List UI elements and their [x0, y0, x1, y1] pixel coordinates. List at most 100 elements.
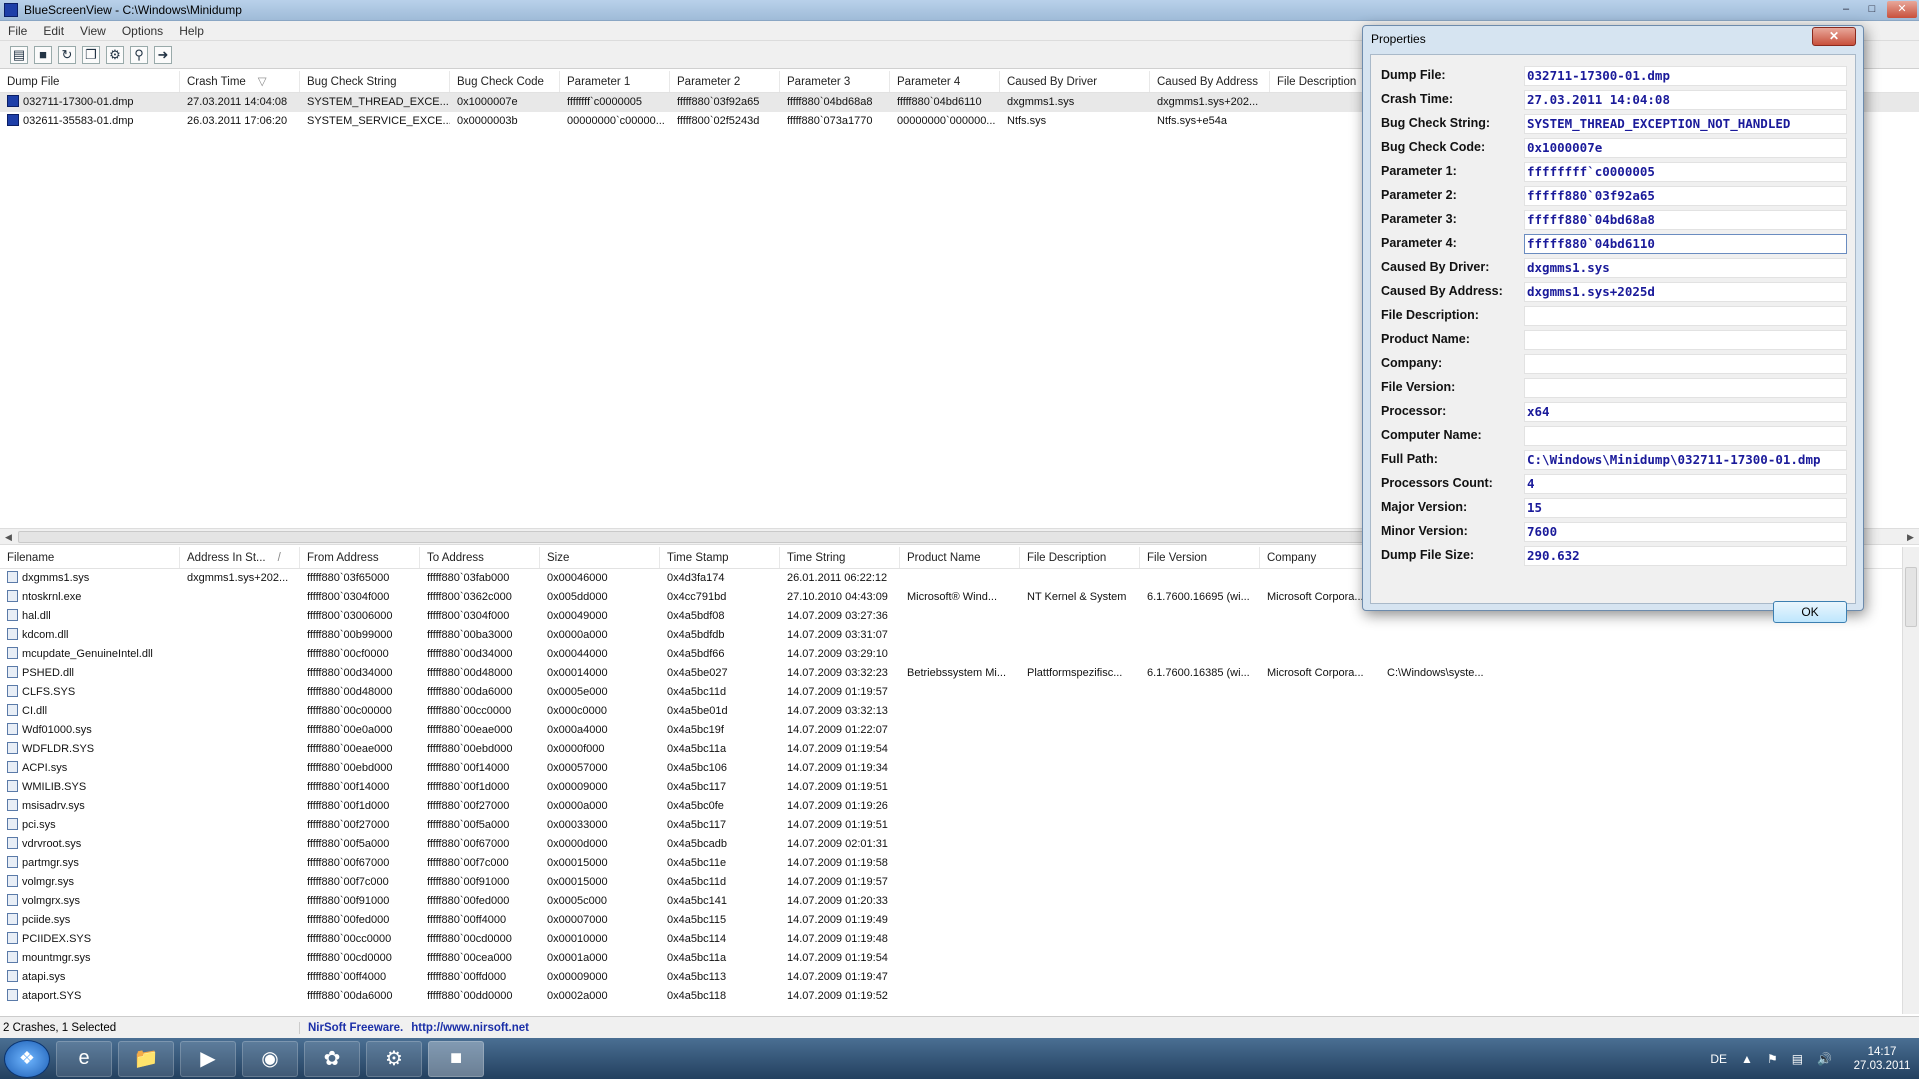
- property-value-field[interactable]: [1524, 330, 1847, 350]
- table-row[interactable]: pci.sys fffff880`00f27000 fffff880`00f5a00…: [0, 816, 1919, 835]
- upper-header-5[interactable]: Parameter 2: [670, 71, 780, 92]
- property-value-field[interactable]: ffffffff`c0000005: [1524, 162, 1847, 182]
- property-value-field[interactable]: fffff880`04bd68a8: [1524, 210, 1847, 230]
- table-row[interactable]: mcupdate_GenuineIntel.dll fffff880`00cf00…: [0, 645, 1919, 664]
- upper-header-10[interactable]: File Description: [1270, 71, 1370, 92]
- find-icon[interactable]: ⚲: [130, 45, 148, 64]
- start-button[interactable]: ❖: [4, 1039, 50, 1078]
- property-value-field[interactable]: [1524, 426, 1847, 446]
- upper-header-9[interactable]: Caused By Address: [1150, 71, 1270, 92]
- upper-header-4[interactable]: Parameter 1: [560, 71, 670, 92]
- scroll-right-icon[interactable]: ▶: [1902, 529, 1919, 545]
- refresh-icon[interactable]: ↻: [58, 45, 76, 64]
- show-hidden-icons-icon[interactable]: ▲: [1741, 1052, 1753, 1066]
- upper-header-1[interactable]: Crash Time ▽: [180, 71, 300, 92]
- volume-icon[interactable]: 🔊: [1817, 1052, 1832, 1066]
- property-value-field[interactable]: SYSTEM_THREAD_EXCEPTION_NOT_HANDLED: [1524, 114, 1847, 134]
- table-row[interactable]: PSHED.dll fffff880`00d34000 fffff880`00d48…: [0, 664, 1919, 683]
- table-row[interactable]: CI.dll fffff880`00c00000 fffff880`00cc0000…: [0, 702, 1919, 721]
- property-value-field[interactable]: C:\Windows\Minidump\032711-17300-01.dmp: [1524, 450, 1847, 470]
- menu-edit[interactable]: Edit: [35, 24, 72, 38]
- dialog-close-button[interactable]: ✕: [1812, 27, 1856, 46]
- lower-header-7[interactable]: Product Name: [900, 547, 1020, 568]
- property-value-field[interactable]: [1524, 306, 1847, 326]
- windows-explorer-icon[interactable]: 📁: [118, 1040, 174, 1077]
- upper-header-3[interactable]: Bug Check Code: [450, 71, 560, 92]
- lower-header-6[interactable]: Time String: [780, 547, 900, 568]
- upper-header-0[interactable]: Dump File: [0, 71, 180, 92]
- bluescreenview-icon[interactable]: ■: [428, 1040, 484, 1077]
- upper-header-6[interactable]: Parameter 3: [780, 71, 890, 92]
- network-icon[interactable]: ▤: [1792, 1052, 1803, 1066]
- property-value-field[interactable]: 290.632: [1524, 546, 1847, 566]
- property-value-field[interactable]: dxgmms1.sys+2025d: [1524, 282, 1847, 302]
- property-value-field[interactable]: [1524, 378, 1847, 398]
- upper-header-8[interactable]: Caused By Driver: [1000, 71, 1150, 92]
- upper-header-7[interactable]: Parameter 4: [890, 71, 1000, 92]
- property-value-field[interactable]: 7600: [1524, 522, 1847, 542]
- table-row[interactable]: atapi.sys fffff880`00ff4000 fffff880`00ffd…: [0, 968, 1919, 987]
- icq-icon[interactable]: ✿: [304, 1040, 360, 1077]
- table-row[interactable]: vdrvroot.sys fffff880`00f5a000 fffff880`00…: [0, 835, 1919, 854]
- property-value-field[interactable]: x64: [1524, 402, 1847, 422]
- lower-header-0[interactable]: Filename: [0, 547, 180, 568]
- property-value-field[interactable]: 0x1000007e: [1524, 138, 1847, 158]
- property-value-field[interactable]: 15: [1524, 498, 1847, 518]
- property-value-field[interactable]: [1524, 354, 1847, 374]
- vertical-scrollbar-thumb[interactable]: [1905, 567, 1917, 627]
- internet-explorer-icon[interactable]: e: [56, 1040, 112, 1077]
- lower-header-1[interactable]: Address In St... /: [180, 547, 300, 568]
- menu-help[interactable]: Help: [171, 24, 212, 38]
- table-cell: [900, 569, 1020, 588]
- table-row[interactable]: kdcom.dll fffff880`00b99000 fffff880`00ba3…: [0, 626, 1919, 645]
- nirsoft-link[interactable]: http://www.nirsoft.net: [411, 1022, 529, 1034]
- vertical-scrollbar[interactable]: [1902, 547, 1919, 1014]
- table-row[interactable]: Wdf01000.sys fffff880`00e0a000 fffff880`00…: [0, 721, 1919, 740]
- property-value-field[interactable]: 27.03.2011 14:04:08: [1524, 90, 1847, 110]
- lower-header-2[interactable]: From Address: [300, 547, 420, 568]
- media-player-icon[interactable]: ▶: [180, 1040, 236, 1077]
- table-row[interactable]: CLFS.SYS fffff880`00d48000 fffff880`00da60…: [0, 683, 1919, 702]
- menu-file[interactable]: File: [0, 24, 35, 38]
- menu-view[interactable]: View: [72, 24, 114, 38]
- scrollbar-thumb[interactable]: [18, 531, 1538, 543]
- lower-header-3[interactable]: To Address: [420, 547, 540, 568]
- table-row[interactable]: WMILIB.SYS fffff880`00f14000 fffff880`00f1…: [0, 778, 1919, 797]
- maximize-button[interactable]: □: [1859, 1, 1885, 18]
- lower-header-4[interactable]: Size: [540, 547, 660, 568]
- language-indicator[interactable]: DE: [1710, 1052, 1727, 1066]
- property-value-field[interactable]: 032711-17300-01.dmp: [1524, 66, 1847, 86]
- table-row[interactable]: partmgr.sys fffff880`00f67000 fffff880`00f…: [0, 854, 1919, 873]
- lower-header-9[interactable]: File Version: [1140, 547, 1260, 568]
- lower-header-8[interactable]: File Description: [1020, 547, 1140, 568]
- table-row[interactable]: WDFLDR.SYS fffff880`00eae000 fffff880`00eb…: [0, 740, 1919, 759]
- lower-header-5[interactable]: Time Stamp: [660, 547, 780, 568]
- menu-options[interactable]: Options: [114, 24, 171, 38]
- exit-icon[interactable]: ➜: [154, 45, 172, 64]
- table-row[interactable]: pciide.sys fffff880`00fed000 fffff880`00ff…: [0, 911, 1919, 930]
- table-row[interactable]: PCIIDEX.SYS fffff880`00cc0000 fffff880`00c…: [0, 930, 1919, 949]
- minimize-button[interactable]: –: [1833, 1, 1859, 18]
- ok-button[interactable]: OK: [1773, 601, 1847, 623]
- save-icon[interactable]: ■: [34, 45, 52, 64]
- table-row[interactable]: ACPI.sys fffff880`00ebd000 fffff880`00f140…: [0, 759, 1919, 778]
- clock[interactable]: 14:17 27.03.2011: [1845, 1045, 1919, 1073]
- property-value-field[interactable]: 4: [1524, 474, 1847, 494]
- table-row[interactable]: ataport.SYS fffff880`00da6000 fffff880`00d…: [0, 987, 1919, 1006]
- firefox-icon[interactable]: ◉: [242, 1040, 298, 1077]
- table-row[interactable]: volmgrx.sys fffff880`00f91000 fffff880`00f…: [0, 892, 1919, 911]
- scroll-left-icon[interactable]: ◀: [0, 529, 17, 545]
- network-app-icon[interactable]: ⚙: [366, 1040, 422, 1077]
- action-center-flag-icon[interactable]: ⚑: [1767, 1052, 1778, 1066]
- upper-header-2[interactable]: Bug Check String: [300, 71, 450, 92]
- copy-icon[interactable]: ❐: [82, 45, 100, 64]
- table-row[interactable]: volmgr.sys fffff880`00f7c000 fffff880`00f9…: [0, 873, 1919, 892]
- options-icon[interactable]: ⚙: [106, 45, 124, 64]
- properties-icon[interactable]: ▤: [10, 45, 28, 64]
- close-window-button[interactable]: ✕: [1887, 1, 1917, 18]
- table-row[interactable]: msisadrv.sys fffff880`00f1d000 fffff880`00…: [0, 797, 1919, 816]
- property-value-field[interactable]: dxgmms1.sys: [1524, 258, 1847, 278]
- table-row[interactable]: mountmgr.sys fffff880`00cd0000 fffff880`00…: [0, 949, 1919, 968]
- property-value-field[interactable]: fffff880`04bd6110: [1524, 234, 1847, 254]
- property-value-field[interactable]: fffff880`03f92a65: [1524, 186, 1847, 206]
